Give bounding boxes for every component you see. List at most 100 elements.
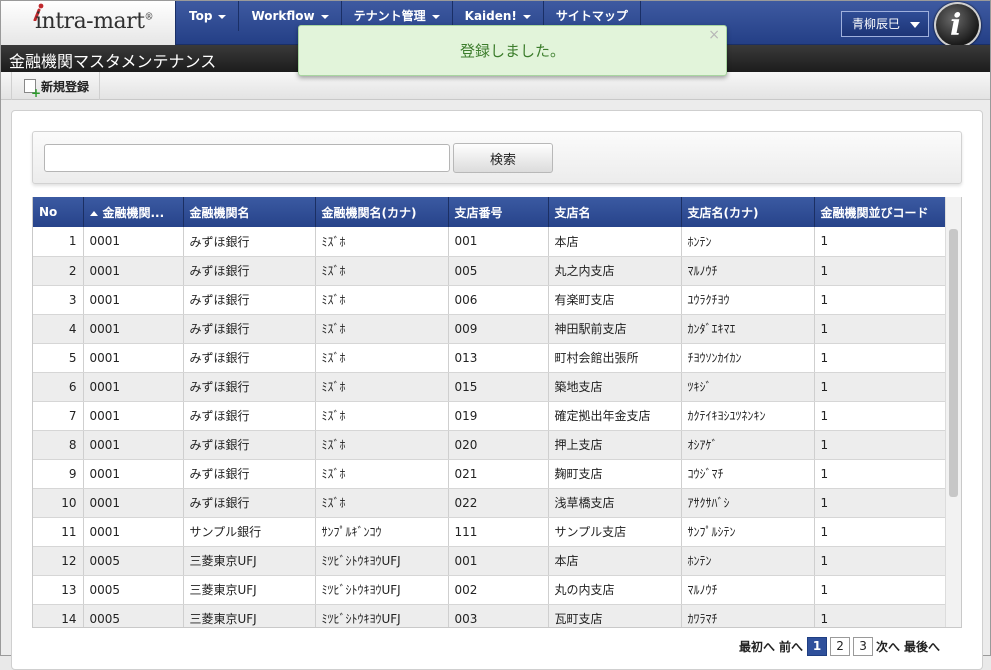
cell-bank-code: 0001	[83, 285, 184, 315]
col-header-bank-name-kana[interactable]: 金融機関名(カナ)	[315, 197, 449, 227]
cell-branch-name-kana: ﾏﾙﾉｳﾁ	[681, 256, 815, 286]
table-row[interactable]: 14 0005 三菱東京UFJ ﾐﾂﾋﾞｼﾄｳｷﾖｳUFJ 003 瓦町支店 ｶﾜﾗﾏﾁ 1	[33, 604, 948, 627]
search-area: 検索	[32, 131, 962, 184]
last-page-link[interactable]: 最後へ	[904, 638, 940, 655]
cell-branch-name: 麹町支店	[548, 459, 682, 489]
cell-branch-number: 003	[448, 604, 549, 627]
caret-down-icon	[522, 15, 531, 19]
col-header-no[interactable]: No	[33, 197, 84, 227]
new-registration-button[interactable]: 新規登録	[11, 72, 101, 100]
col-header-branch-name[interactable]: 支店名	[548, 197, 682, 227]
cell-branch-number: 002	[448, 575, 549, 605]
cell-bank-code: 0001	[83, 401, 184, 431]
table-row[interactable]: 4 0001 みずほ銀行 ﾐｽﾞﾎ 009 神田駅前支店 ｶﾝﾀﾞｴｷﾏｴ 1	[33, 314, 948, 344]
cell-branch-name-kana: ﾂｷｼﾞ	[681, 372, 815, 402]
cell-branch-name: 町村会館出張所	[548, 343, 682, 373]
cell-no: 10	[33, 488, 84, 518]
cell-bank-name-kana: ﾐﾂﾋﾞｼﾄｳｷﾖｳUFJ	[315, 604, 449, 627]
cell-bank-name-kana: ﾐｽﾞﾎ	[315, 488, 449, 518]
nav-top[interactable]: Top	[177, 1, 240, 31]
cell-branch-number: 009	[448, 314, 549, 344]
cell-sort-code: 1	[814, 401, 948, 431]
logo-text: intra-mart®	[35, 9, 153, 34]
cell-bank-code: 0001	[83, 314, 184, 344]
table-row[interactable]: 1 0001 みずほ銀行 ﾐｽﾞﾎ 001 本店 ﾎﾝﾃﾝ 1	[33, 227, 948, 257]
search-button[interactable]: 検索	[453, 143, 553, 173]
toast-message: 登録しました。	[459, 42, 565, 60]
scrollbar-thumb[interactable]	[949, 229, 958, 497]
cell-sort-code: 1	[814, 227, 948, 257]
cell-branch-number: 005	[448, 256, 549, 286]
cell-branch-name: 有楽町支店	[548, 285, 682, 315]
page-3-button[interactable]: 3	[853, 637, 874, 656]
table-row[interactable]: 6 0001 みずほ銀行 ﾐｽﾞﾎ 015 築地支店 ﾂｷｼﾞ 1	[33, 372, 948, 402]
cell-bank-name: 三菱東京UFJ	[183, 575, 316, 605]
cell-branch-name: 瓦町支店	[548, 604, 682, 627]
table-row[interactable]: 2 0001 みずほ銀行 ﾐｽﾞﾎ 005 丸之内支店 ﾏﾙﾉｳﾁ 1	[33, 256, 948, 286]
vertical-scrollbar[interactable]	[945, 197, 961, 627]
col-header-bank-name[interactable]: 金融機関名	[183, 197, 316, 227]
cell-branch-name-kana: ｱｻｸｻﾊﾞｼ	[681, 488, 815, 518]
cell-sort-code: 1	[814, 372, 948, 402]
table-row[interactable]: 13 0005 三菱東京UFJ ﾐﾂﾋﾞｼﾄｳｷﾖｳUFJ 002 丸の内支店 ﾏﾙﾉｳﾁ 1	[33, 575, 948, 605]
success-toast: 登録しました。 ×	[298, 25, 727, 76]
intra-mart-logo[interactable]: intra-mart®	[1, 1, 176, 45]
cell-branch-name-kana: ﾕｳﾗｸﾁﾖｳ	[681, 285, 815, 315]
cell-branch-name: サンプル支店	[548, 517, 682, 547]
caret-down-icon	[320, 15, 329, 19]
cell-branch-name: 本店	[548, 546, 682, 576]
cell-branch-number: 022	[448, 488, 549, 518]
cell-branch-name: 本店	[548, 227, 682, 257]
bank-table: No 金融機関... 金融機関名 金融機関名(カナ) 支店番号 支店名 支店名(…	[33, 197, 948, 627]
prev-page-link[interactable]: 前へ	[779, 638, 803, 655]
cell-branch-name: 神田駅前支店	[548, 314, 682, 344]
table-row[interactable]: 9 0001 みずほ銀行 ﾐｽﾞﾎ 021 麹町支店 ｺｳｼﾞﾏﾁ 1	[33, 459, 948, 489]
table-row[interactable]: 10 0001 みずほ銀行 ﾐｽﾞﾎ 022 浅草橋支店 ｱｻｸｻﾊﾞｼ 1	[33, 488, 948, 518]
search-input[interactable]	[44, 144, 450, 172]
cell-branch-name: 丸の内支店	[548, 575, 682, 605]
cell-no: 4	[33, 314, 84, 344]
col-header-bank-code-label: 金融機関...	[102, 205, 165, 220]
table-row[interactable]: 3 0001 みずほ銀行 ﾐｽﾞﾎ 006 有楽町支店 ﾕｳﾗｸﾁﾖｳ 1	[33, 285, 948, 315]
pagination: 最初へ 前へ 1 2 3 次へ 最後へ	[739, 637, 944, 656]
cell-bank-name-kana: ﾐｽﾞﾎ	[315, 459, 449, 489]
table-row[interactable]: 7 0001 みずほ銀行 ﾐｽﾞﾎ 019 確定拠出年金支店 ｶｸﾃｲｷﾖｼﾕﾂﾈﾝｷﾝ 1	[33, 401, 948, 431]
cell-branch-number: 015	[448, 372, 549, 402]
col-header-sort-code[interactable]: 金融機関並びコード	[814, 197, 948, 227]
cell-sort-code: 1	[814, 314, 948, 344]
cell-bank-name-kana: ﾐｽﾞﾎ	[315, 227, 449, 257]
user-menu-button[interactable]: 青柳辰巳	[841, 11, 929, 37]
cell-bank-code: 0001	[83, 430, 184, 460]
first-page-link[interactable]: 最初へ	[739, 638, 775, 655]
close-icon[interactable]: ×	[708, 27, 720, 43]
page-1-button[interactable]: 1	[807, 637, 828, 656]
cell-bank-name-kana: ﾐｽﾞﾎ	[315, 401, 449, 431]
col-header-bank-code[interactable]: 金融機関...	[83, 197, 184, 227]
cell-branch-name-kana: ｵｼｱｹﾞ	[681, 430, 815, 460]
cell-bank-name: みずほ銀行	[183, 430, 316, 460]
cell-no: 7	[33, 401, 84, 431]
table-body: 1 0001 みずほ銀行 ﾐｽﾞﾎ 001 本店 ﾎﾝﾃﾝ 1 2 0001 みずほ銀行 ﾐｽﾞﾎ 00…	[33, 227, 948, 627]
col-header-branch-name-kana[interactable]: 支店名(カナ)	[681, 197, 815, 227]
toolbar: 新規登録	[1, 72, 990, 100]
cell-sort-code: 1	[814, 517, 948, 547]
table-row[interactable]: 5 0001 みずほ銀行 ﾐｽﾞﾎ 013 町村会館出張所 ﾁﾖｳｿﾝｶｲｶﾝ 1	[33, 343, 948, 373]
table-row[interactable]: 11 0001 サンプル銀行 ｻﾝﾌﾟﾙｷﾞﾝｺｳ 111 サンプル支店 ｻﾝﾌﾟﾙｼﾃﾝ 1	[33, 517, 948, 547]
cell-bank-name: みずほ銀行	[183, 488, 316, 518]
col-header-branch-number[interactable]: 支店番号	[448, 197, 549, 227]
cell-no: 11	[33, 517, 84, 547]
table-row[interactable]: 12 0005 三菱東京UFJ ﾐﾂﾋﾞｼﾄｳｷﾖｳUFJ 001 本店 ﾎﾝﾃﾝ 1	[33, 546, 948, 576]
cell-branch-number: 021	[448, 459, 549, 489]
intra-mart-badge-icon[interactable]: i	[934, 2, 981, 48]
cell-branch-name-kana: ｶﾜﾗﾏﾁ	[681, 604, 815, 627]
table-row[interactable]: 8 0001 みずほ銀行 ﾐｽﾞﾎ 020 押上支店 ｵｼｱｹﾞ 1	[33, 430, 948, 460]
cell-no: 9	[33, 459, 84, 489]
cell-sort-code: 1	[814, 430, 948, 460]
next-page-link[interactable]: 次へ	[876, 638, 900, 655]
cell-bank-code: 0001	[83, 256, 184, 286]
cell-branch-name-kana: ｶｸﾃｲｷﾖｼﾕﾂﾈﾝｷﾝ	[681, 401, 815, 431]
cell-bank-code: 0001	[83, 343, 184, 373]
page-2-button[interactable]: 2	[830, 637, 851, 656]
cell-sort-code: 1	[814, 285, 948, 315]
cell-bank-name: みずほ銀行	[183, 401, 316, 431]
